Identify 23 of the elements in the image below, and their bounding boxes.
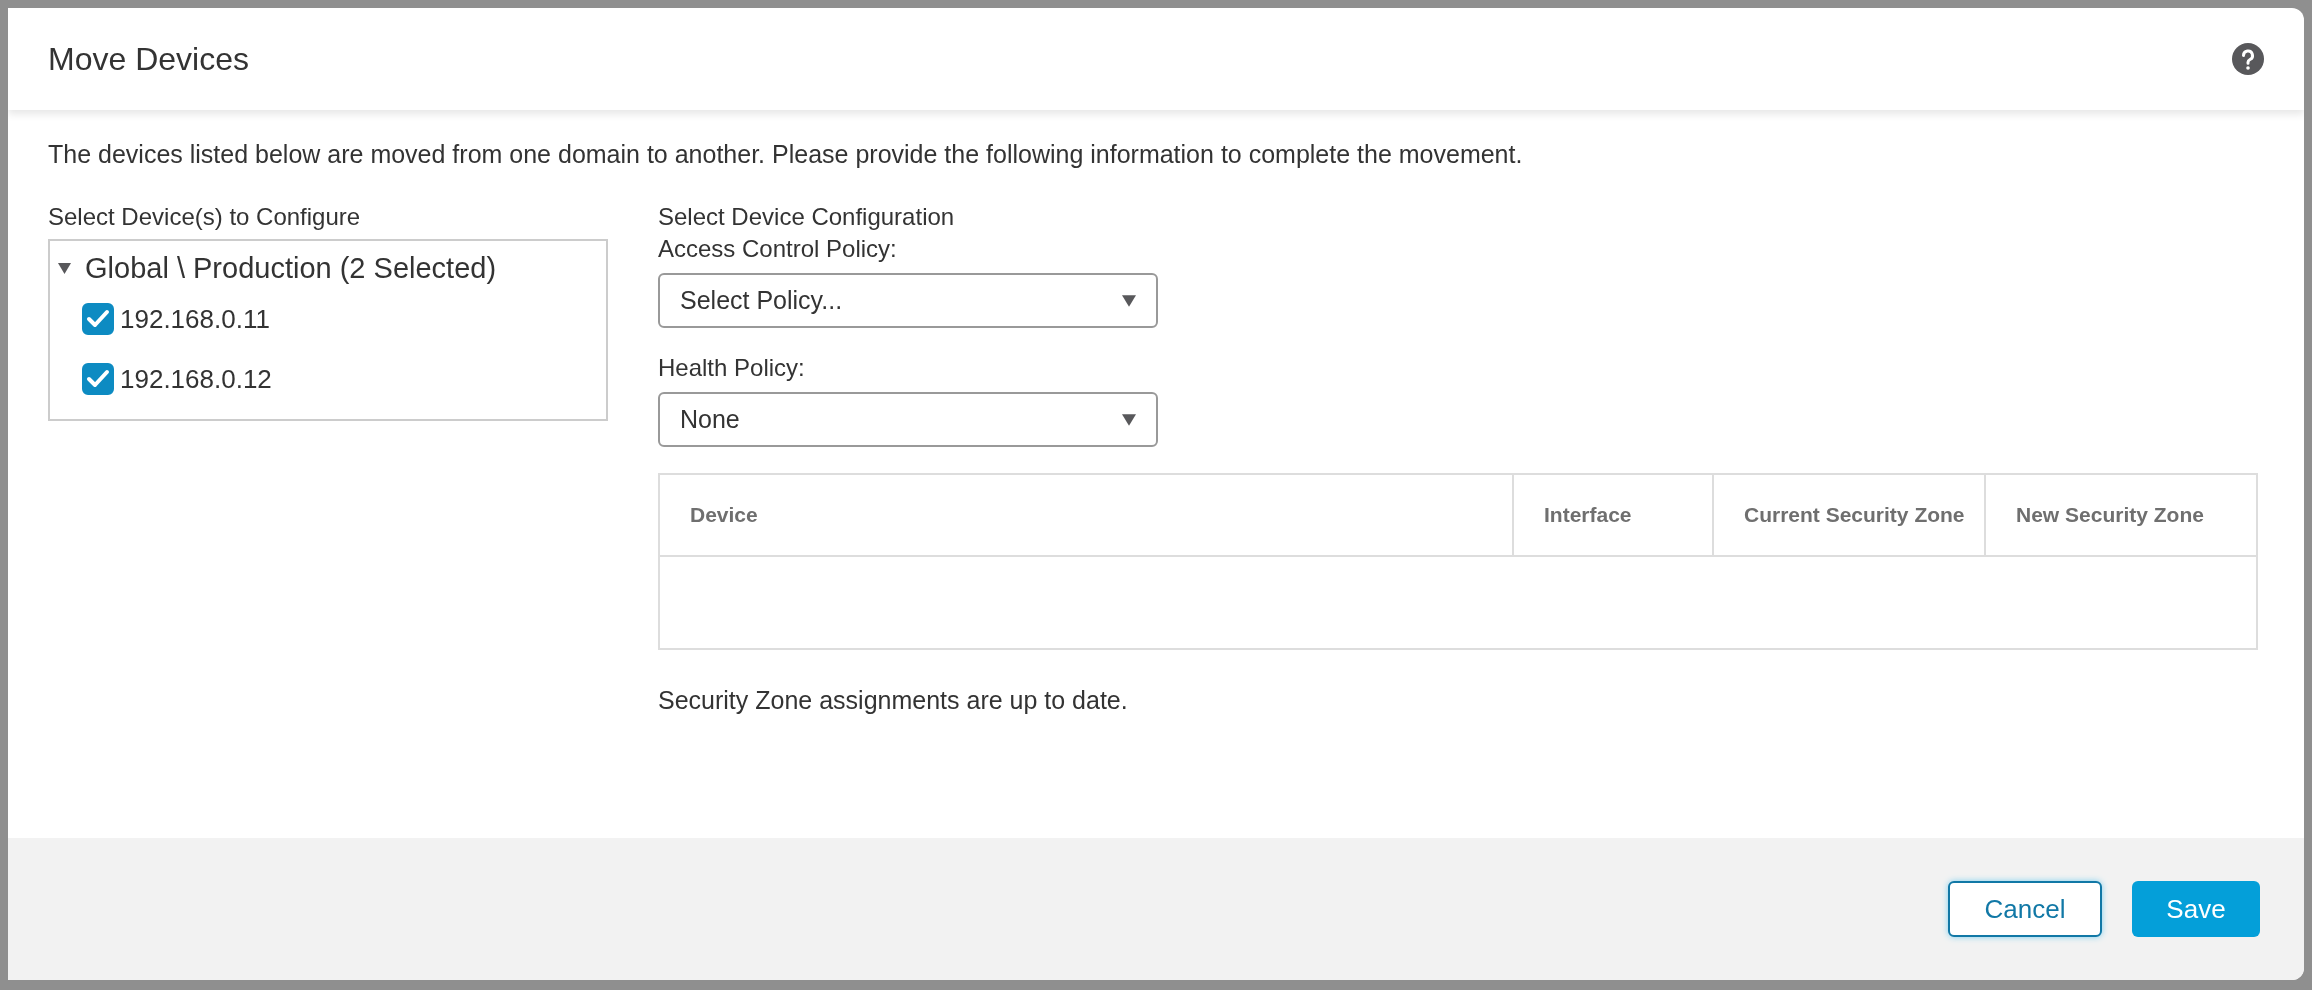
checkbox[interactable] — [82, 363, 114, 395]
tree-node[interactable]: Global \ Production (2 Selected) — [85, 251, 497, 285]
section-label: Select Device(s) to Configure — [48, 203, 362, 231]
caret-icon[interactable] — [58, 262, 71, 274]
dialog-title: Move Devices — [48, 40, 249, 78]
checkbox[interactable] — [82, 303, 114, 335]
section-label: Select Device Configuration — [658, 203, 956, 231]
field-label: Access Control Policy: — [658, 235, 898, 263]
column-header: Current Security Zone — [1712, 475, 1984, 555]
caret-icon — [1122, 413, 1136, 426]
cancel-button[interactable]: Cancel — [1948, 881, 2102, 937]
column-header: Device — [689, 502, 759, 528]
help-icon[interactable] — [2232, 43, 2264, 75]
device-address: 192.168.0.11 — [120, 303, 270, 335]
field-label: Health Policy: — [658, 354, 806, 382]
policy-dropdown[interactable]: Select Policy... — [658, 273, 1158, 328]
status-text: Security Zone assignments are up to date. — [658, 686, 1129, 715]
column-header: Interface — [1512, 475, 1712, 555]
column-header: New Security Zone — [1984, 475, 2256, 555]
policy-dropdown[interactable]: None — [658, 392, 1158, 447]
caret-icon — [1122, 294, 1136, 307]
device-address: 192.168.0.12 — [120, 363, 272, 395]
intro-text: The devices listed below are moved from one domain to another. Please provide the following information to complete the movement. — [48, 140, 1524, 169]
